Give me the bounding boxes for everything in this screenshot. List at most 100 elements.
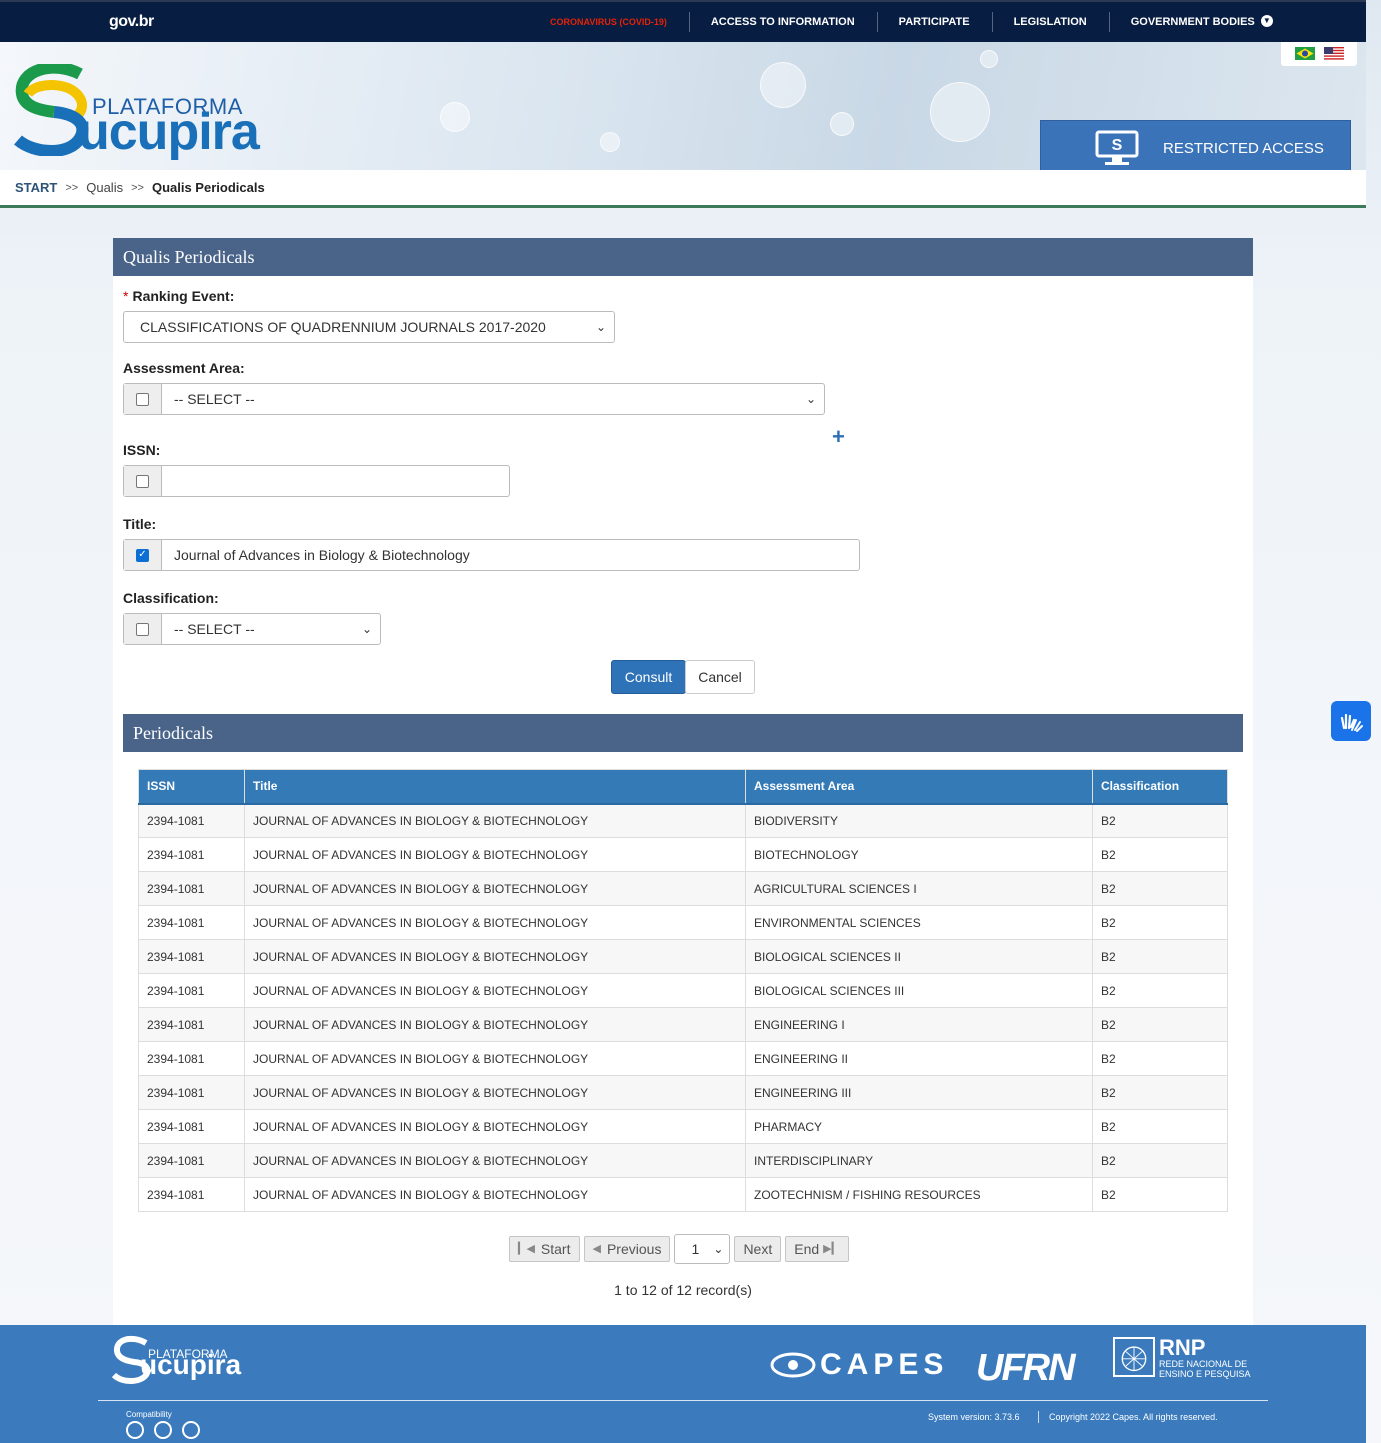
assessment-area-select[interactable]: -- SELECT -- ⌄ [162, 384, 824, 414]
table-row[interactable]: 2394-1081 JOURNAL OF ADVANCES IN BIOLOGY … [138, 1177, 1228, 1212]
nav-government-bodies[interactable]: GOVERNMENT BODIES ▼ [1108, 12, 1295, 32]
language-flags [1281, 42, 1357, 66]
table-row[interactable]: 2394-1081 JOURNAL OF ADVANCES IN BIOLOGY … [138, 803, 1228, 838]
cell-title: JOURNAL OF ADVANCES IN BIOLOGY & BIOTECH… [244, 1041, 746, 1076]
add-area-plus-icon[interactable]: + [832, 424, 845, 450]
results-title: Periodicals [123, 714, 1243, 752]
table-row[interactable]: 2394-1081 JOURNAL OF ADVANCES IN BIOLOGY … [138, 1007, 1228, 1042]
gov-nav: CORONAVIRUS (COVID-19) ACCESS TO INFORMA… [540, 2, 1295, 42]
pager-previous-label: Previous [606, 1241, 662, 1257]
capes-text: CAPES [820, 1348, 949, 1381]
assessment-area-value: -- SELECT -- [174, 391, 255, 407]
chevron-down-icon: ⌄ [713, 1242, 724, 1256]
assessment-area-checkbox-cell [124, 384, 162, 414]
breadcrumb-qualis[interactable]: Qualis [86, 180, 123, 195]
required-mark: * [123, 288, 129, 304]
classification-select[interactable]: -- SELECT -- ⌄ [162, 614, 380, 644]
decorative-bubble [830, 112, 854, 136]
cell-classification: B2 [1092, 1007, 1228, 1042]
table-row[interactable]: 2394-1081 JOURNAL OF ADVANCES IN BIOLOGY … [138, 1041, 1228, 1076]
rnp-logo[interactable]: RNP REDE NACIONAL DE ENSINO E PESQUISA [1113, 1337, 1251, 1379]
site-header: PLATAFORMA ucupira S RESTRICTED ACCESS [0, 42, 1366, 170]
issn-input[interactable] [162, 466, 509, 496]
cell-classification: B2 [1092, 905, 1228, 940]
cell-assessment-area: BIOLOGICAL SCIENCES II [745, 939, 1093, 974]
issn-group [123, 465, 510, 497]
col-assessment-area[interactable]: Assessment Area [745, 769, 1093, 805]
cell-title: JOURNAL OF ADVANCES IN BIOLOGY & BIOTECH… [244, 803, 746, 838]
chevron-down-icon: ⌄ [361, 622, 372, 636]
title-input[interactable]: Journal of Advances in Biology & Biotech… [162, 540, 859, 570]
table-row[interactable]: 2394-1081 JOURNAL OF ADVANCES IN BIOLOGY … [138, 1075, 1228, 1110]
pager-page-select[interactable]: 1 ⌄ [674, 1234, 731, 1264]
restricted-access-label: RESTRICTED ACCESS [1163, 139, 1324, 157]
footer-sucupira-logo[interactable]: PLATAFORMA ucupira [112, 1335, 262, 1385]
pager-previous-button[interactable]: ◀ Previous [583, 1236, 671, 1262]
breadcrumb-start[interactable]: START [15, 180, 57, 195]
classification-label: Classification: [123, 590, 219, 606]
table-row[interactable]: 2394-1081 JOURNAL OF ADVANCES IN BIOLOGY … [138, 871, 1228, 906]
cancel-button[interactable]: Cancel [685, 660, 755, 694]
footer-divider [98, 1400, 1268, 1401]
table-row[interactable]: 2394-1081 JOURNAL OF ADVANCES IN BIOLOGY … [138, 939, 1228, 974]
table-row[interactable]: 2394-1081 JOURNAL OF ADVANCES IN BIOLOGY … [138, 973, 1228, 1008]
footer-separator [1038, 1411, 1039, 1423]
table-row[interactable]: 2394-1081 JOURNAL OF ADVANCES IN BIOLOGY … [138, 837, 1228, 872]
table-row[interactable]: 2394-1081 JOURNAL OF ADVANCES IN BIOLOGY … [138, 1143, 1228, 1178]
accessibility-widget[interactable] [1331, 701, 1371, 741]
col-classification[interactable]: Classification [1092, 769, 1228, 805]
cell-issn: 2394-1081 [138, 1177, 245, 1212]
cell-issn: 2394-1081 [138, 973, 245, 1008]
issn-checkbox[interactable] [136, 474, 149, 488]
nav-government-bodies-label: GOVERNMENT BODIES [1130, 16, 1255, 28]
assessment-area-checkbox[interactable] [136, 392, 149, 406]
ufrn-logo[interactable]: UFRN [976, 1347, 1076, 1390]
cell-issn: 2394-1081 [138, 1143, 245, 1178]
table-row[interactable]: 2394-1081 JOURNAL OF ADVANCES IN BIOLOGY … [138, 1109, 1228, 1144]
cell-issn: 2394-1081 [138, 1109, 245, 1144]
col-title[interactable]: Title [244, 769, 746, 805]
ranking-event-value: CLASSIFICATIONS OF QUADRENNIUM JOURNALS … [140, 319, 546, 335]
title-checkbox[interactable]: ✓ [136, 548, 149, 562]
gov-br-logo[interactable]: gov.br [109, 13, 154, 31]
nav-legislation[interactable]: LEGISLATION [991, 12, 1109, 32]
issn-checkbox-cell [124, 466, 162, 496]
pager-start-button[interactable]: ▎◀ Start [509, 1236, 580, 1262]
col-issn[interactable]: ISSN [138, 769, 245, 805]
pager-next-label: Next [743, 1241, 773, 1257]
sucupira-logo[interactable]: PLATAFORMA ucupira [14, 64, 294, 161]
cell-assessment-area: PHARMACY [745, 1109, 1093, 1144]
capes-eye-icon [770, 1352, 816, 1378]
usa-flag-icon[interactable] [1324, 47, 1344, 60]
decorative-bubble [930, 82, 990, 142]
restricted-access-button[interactable]: S RESTRICTED ACCESS [1040, 120, 1351, 170]
chrome-icon [126, 1421, 144, 1439]
cell-issn: 2394-1081 [138, 871, 245, 906]
pager-next-button[interactable]: Next [734, 1236, 782, 1262]
brazil-flag-icon[interactable] [1295, 47, 1315, 60]
nav-access-to-information[interactable]: ACCESS TO INFORMATION [688, 12, 877, 32]
cell-issn: 2394-1081 [138, 1041, 245, 1076]
rnp-subtitle-1: REDE NACIONAL DE [1159, 1359, 1248, 1369]
classification-checkbox[interactable] [136, 622, 149, 636]
ranking-event-select[interactable]: CLASSIFICATIONS OF QUADRENNIUM JOURNALS … [123, 311, 615, 343]
breadcrumb-current: Qualis Periodicals [151, 180, 265, 195]
decorative-bubble [600, 132, 620, 152]
nav-participate[interactable]: PARTICIPATE [876, 12, 992, 32]
capes-logo[interactable]: CAPES [770, 1347, 948, 1383]
safari-icon [182, 1421, 200, 1439]
table-row[interactable]: 2394-1081 JOURNAL OF ADVANCES IN BIOLOGY … [138, 905, 1228, 940]
cell-issn: 2394-1081 [138, 1075, 245, 1110]
cell-assessment-area: ENVIRONMENTAL SCIENCES [745, 905, 1093, 940]
cell-assessment-area: BIOLOGICAL SCIENCES III [745, 973, 1093, 1008]
cell-assessment-area: BIOTECHNOLOGY [745, 837, 1093, 872]
nav-coronavirus[interactable]: CORONAVIRUS (COVID-19) [540, 12, 689, 32]
system-version: System version: 3.73.6 [928, 1412, 1020, 1422]
consult-button[interactable]: Consult [611, 660, 686, 694]
cell-classification: B2 [1092, 1109, 1228, 1144]
pager-end-button[interactable]: End ▶▎ [785, 1236, 850, 1262]
decorative-bubble [440, 102, 470, 132]
title-checkbox-cell: ✓ [124, 540, 162, 570]
footer-logo-sucupira-text: ucupira [140, 1349, 242, 1380]
periodicals-table: ISSN Title Assessment Area Classificatio… [138, 769, 1228, 1212]
